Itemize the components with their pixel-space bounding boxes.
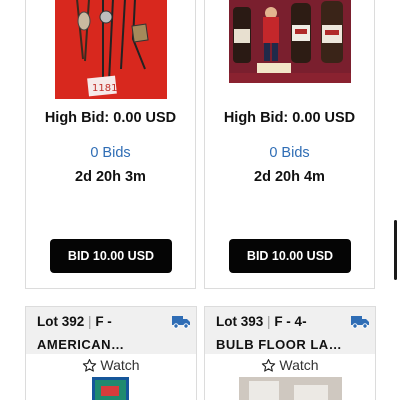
lot-thumbnail[interactable]: [92, 377, 129, 400]
lot-card[interactable]: 1181 High Bid: 0.00 USD 0 Bids 2d 20h 3m…: [25, 0, 196, 289]
lot-header[interactable]: Lot 392 | F - AMERICAN…: [26, 307, 196, 354]
lot-title-continued: AMERICAN…: [37, 337, 125, 352]
lot-card[interactable]: High Bid: 0.00 USD 0 Bids 2d 20h 4m BID …: [204, 0, 375, 289]
high-bid-text: High Bid: 0.00 USD: [44, 110, 177, 126]
lot-title: F - 4-: [274, 314, 307, 329]
watch-button[interactable]: Watch: [205, 357, 375, 373]
time-left-text: 2d 20h 4m: [254, 169, 325, 185]
star-icon: [83, 359, 97, 372]
watch-label: Watch: [100, 357, 140, 373]
separator: |: [88, 314, 92, 329]
watch-label: Watch: [279, 357, 319, 373]
separator: |: [267, 314, 271, 329]
lot-number: Lot 392: [37, 314, 85, 329]
lot-thumbnail[interactable]: [239, 377, 342, 400]
watch-button[interactable]: Watch: [26, 357, 196, 373]
time-left-text: 2d 20h 3m: [75, 169, 146, 185]
bids-link[interactable]: 0 Bids: [205, 145, 374, 161]
lot-thumbnail[interactable]: [229, 0, 351, 83]
lot-number: Lot 393: [216, 314, 264, 329]
svg-text:1181: 1181: [92, 83, 117, 94]
truck-icon: [172, 316, 190, 329]
high-bid-text: High Bid: 0.00 USD: [223, 110, 356, 126]
bottles-image: [229, 0, 351, 83]
bid-button[interactable]: BID 10.00 USD: [229, 239, 351, 273]
lot-card[interactable]: Lot 392 | F - AMERICAN… Watch: [25, 306, 197, 400]
lot-grid: 1181 High Bid: 0.00 USD 0 Bids 2d 20h 3m…: [0, 0, 400, 400]
lot-thumbnail[interactable]: 1181: [55, 0, 167, 99]
star-icon: [262, 359, 276, 372]
lot-card[interactable]: Lot 393 | F - 4- BULB FLOOR LA… Watch: [204, 306, 376, 400]
lot-header[interactable]: Lot 393 | F - 4- BULB FLOOR LA…: [205, 307, 375, 354]
lot-title-continued: BULB FLOOR LA…: [216, 337, 343, 352]
bolo-tie-image: 1181: [55, 0, 167, 99]
bids-link[interactable]: 0 Bids: [26, 145, 195, 161]
bid-button[interactable]: BID 10.00 USD: [50, 239, 172, 273]
lot-title-line[interactable]: Lot 392 | F -: [37, 314, 112, 329]
lot-title: F -: [95, 314, 112, 329]
lot-title-line[interactable]: Lot 393 | F - 4-: [216, 314, 307, 329]
scrollbar[interactable]: [394, 220, 397, 280]
truck-icon: [351, 316, 369, 329]
